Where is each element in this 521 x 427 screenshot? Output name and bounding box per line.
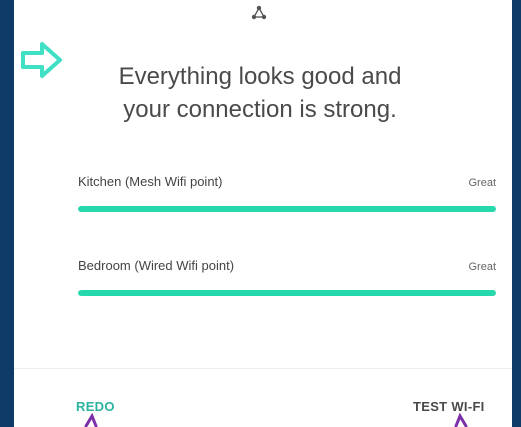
title-line-2: your connection is strong. [123, 96, 397, 123]
wifi-point-status: Great [468, 261, 496, 273]
mesh-network-icon [251, 5, 267, 20]
purple-annotation-arrow-icon [454, 413, 468, 427]
redo-button[interactable]: REDO [76, 399, 115, 414]
left-frame-bar [0, 0, 14, 427]
purple-annotation-arrow-icon [84, 413, 98, 427]
signal-bar [78, 290, 496, 296]
test-wifi-button[interactable]: TEST WI-FI [413, 399, 485, 414]
wifi-point-label: Kitchen (Mesh Wifi point) [78, 174, 223, 189]
signal-bar-fill [78, 206, 496, 212]
footer-divider [14, 368, 512, 369]
right-arrow-icon [21, 42, 62, 78]
wifi-point-label: Bedroom (Wired Wifi point) [78, 258, 235, 273]
wifi-point-status: Great [468, 177, 496, 189]
page-title: Everything looks good and your connectio… [60, 60, 460, 126]
signal-bar [78, 206, 496, 212]
right-frame-bar [512, 0, 521, 427]
signal-bar-fill [78, 290, 496, 296]
title-line-1: Everything looks good and [118, 63, 402, 90]
